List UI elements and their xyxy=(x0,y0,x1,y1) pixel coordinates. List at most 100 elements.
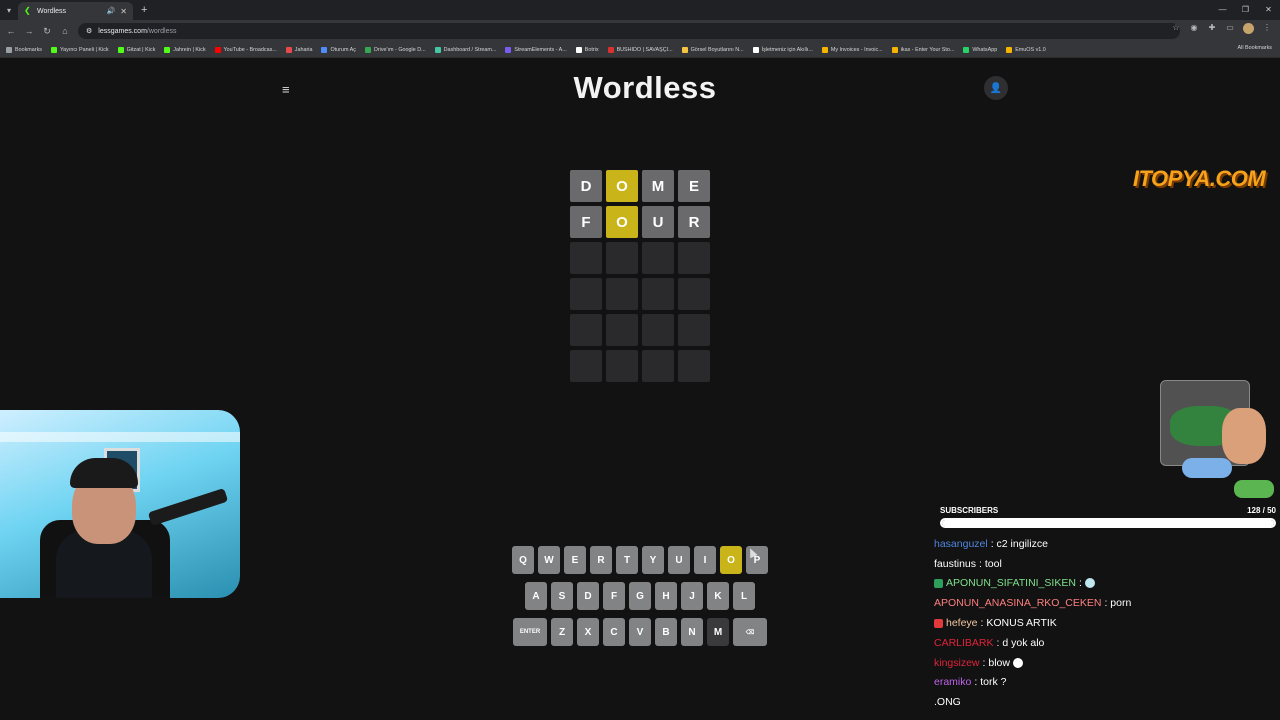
keyboard-row: QWERTYUIOP xyxy=(510,546,770,574)
site-info-icon[interactable]: ⚙ xyxy=(86,27,92,35)
bookmark-label: Jahrein | Kick xyxy=(173,46,206,53)
board-tile: D xyxy=(570,170,602,202)
subs-progress-fill xyxy=(942,520,1274,526)
bookmark-favicon-icon xyxy=(891,46,898,53)
key-n[interactable]: N xyxy=(681,618,703,646)
profile-avatar[interactable] xyxy=(1243,23,1254,34)
extension-icon[interactable]: ◉ xyxy=(1189,23,1199,34)
bookmark-favicon-icon xyxy=(575,46,582,53)
key-q[interactable]: Q xyxy=(512,546,534,574)
bookmark-favicon-icon xyxy=(1006,46,1013,53)
extensions-puzzle-icon[interactable]: ✚ xyxy=(1207,23,1217,34)
reload-icon[interactable]: ↻ xyxy=(42,26,52,37)
keyboard-row: ENTER Z X C V B N M ⌫ xyxy=(510,618,770,646)
chat-message: hasanguzel: c2 ingilizce xyxy=(930,534,1275,554)
bookmark-item[interactable]: Jaharia xyxy=(285,46,313,53)
window-close-icon[interactable]: ✕ xyxy=(1257,0,1280,20)
home-icon[interactable]: ⌂ xyxy=(60,26,70,36)
key-x[interactable]: X xyxy=(577,618,599,646)
kick-favicon-icon: ❮ xyxy=(24,6,31,15)
key-l[interactable]: L xyxy=(733,582,755,610)
enter-key[interactable]: ENTER xyxy=(513,618,547,646)
bookmark-item[interactable]: My Invoices - Invoic... xyxy=(821,46,883,53)
tab-title: Wordless xyxy=(37,7,67,15)
bookmark-item[interactable]: Oturum Aç xyxy=(321,46,356,53)
speaker-icon[interactable]: 🔊 xyxy=(107,7,116,15)
key-u[interactable]: U xyxy=(668,546,690,574)
bookmark-favicon-icon xyxy=(821,46,828,53)
backspace-key-icon[interactable]: ⌫ xyxy=(733,618,767,646)
bookmark-item[interactable]: Botrix xyxy=(575,46,599,53)
board-tile xyxy=(678,242,710,274)
chat-username: CARLIBARK xyxy=(934,636,994,649)
board-tile: E xyxy=(678,170,710,202)
bookmark-item[interactable]: İşletmeniz için Akıllı... xyxy=(752,46,813,53)
key-f[interactable]: F xyxy=(603,582,625,610)
url-path: /wordless xyxy=(146,27,177,35)
key-w[interactable]: W xyxy=(538,546,560,574)
all-bookmarks-link[interactable]: All Bookmarks xyxy=(1238,45,1272,51)
url-field[interactable]: ⚙ lessgames.com/wordless xyxy=(78,23,1180,39)
key-a[interactable]: A xyxy=(525,582,547,610)
browser-tab-bar: ▾ ❮ Wordless 🔊 ✕ + — ❐ ✕ xyxy=(0,0,1280,20)
key-v[interactable]: V xyxy=(629,618,651,646)
streamer-webcam xyxy=(0,410,240,598)
chat-message: APONUN_SIFATINI_SIKEN : xyxy=(930,574,1275,594)
key-m[interactable]: M xyxy=(707,618,729,646)
key-e[interactable]: E xyxy=(564,546,586,574)
bookmark-item[interactable]: Dashboard / Stream... xyxy=(434,46,496,53)
key-j[interactable]: J xyxy=(681,582,703,610)
minimize-icon[interactable]: — xyxy=(1211,0,1234,20)
browser-menu-icon[interactable]: ⋮ xyxy=(1262,23,1272,34)
bookmark-item[interactable]: Yayıncı Paneli | Kick xyxy=(50,46,109,53)
key-b[interactable]: B xyxy=(655,618,677,646)
tab-close-icon[interactable]: ✕ xyxy=(120,7,127,16)
bookmark-label: Jaharia xyxy=(294,46,313,53)
bookmark-item[interactable]: BUSHIDO | SAVAŞÇI... xyxy=(607,46,673,53)
board-tile xyxy=(678,350,710,382)
restore-icon[interactable]: ❐ xyxy=(1234,0,1257,20)
bookmark-item[interactable]: Bookmarks xyxy=(6,46,42,53)
bookmark-item[interactable]: WhatsApp xyxy=(963,46,997,53)
chat-text: : xyxy=(1078,577,1082,590)
bookmark-item[interactable]: Görsel Boyutlarını N... xyxy=(681,46,744,53)
bookmark-item[interactable]: YouTube - Broadcas... xyxy=(214,46,277,53)
key-y[interactable]: Y xyxy=(642,546,664,574)
key-d[interactable]: D xyxy=(577,582,599,610)
hamburger-menu-icon[interactable]: ≡ xyxy=(282,82,290,97)
key-z[interactable]: Z xyxy=(551,618,573,646)
key-i[interactable]: I xyxy=(694,546,716,574)
bookmark-item[interactable]: Gitzat | Kick xyxy=(117,46,155,53)
bookmark-item[interactable]: Drive'ım - Google D... xyxy=(364,46,426,53)
bookmark-item[interactable]: Jahrein | Kick xyxy=(164,46,206,53)
keyboard-row: ASDFGHJKL xyxy=(510,582,770,610)
board-tile xyxy=(642,314,674,346)
key-o[interactable]: O xyxy=(720,546,742,574)
game-logo: Wordless xyxy=(573,70,717,105)
bookmark-item[interactable]: ikas - Enter Your Sto... xyxy=(891,46,954,53)
tab-search-icon[interactable]: ▾ xyxy=(0,0,18,20)
forward-icon[interactable]: → xyxy=(24,26,34,36)
key-t[interactable]: T xyxy=(616,546,638,574)
key-k[interactable]: K xyxy=(707,582,729,610)
chat-message: APONUN_ANASINA_RKO_CEKEN: porn xyxy=(930,593,1275,613)
key-c[interactable]: C xyxy=(603,618,625,646)
back-icon[interactable]: ← xyxy=(6,26,16,36)
user-account-icon[interactable]: 👤 xyxy=(984,76,1008,100)
bookmark-item[interactable]: EmuOS v1.0 xyxy=(1006,46,1046,53)
key-g[interactable]: G xyxy=(629,582,651,610)
bookmark-favicon-icon xyxy=(285,46,292,53)
new-tab-icon[interactable]: + xyxy=(141,4,147,16)
bookmark-star-icon[interactable]: ☆ xyxy=(1171,23,1181,34)
key-h[interactable]: H xyxy=(655,582,677,610)
key-s[interactable]: S xyxy=(551,582,573,610)
browser-tab[interactable]: ❮ Wordless 🔊 ✕ xyxy=(18,2,133,20)
bookmark-item[interactable]: StreamElements - A... xyxy=(505,46,567,53)
bookmark-favicon-icon xyxy=(321,46,328,53)
key-r[interactable]: R xyxy=(590,546,612,574)
chat-message: hefeye: KONUS ARTIK xyxy=(930,613,1275,633)
bookmark-favicon-icon xyxy=(963,46,970,53)
bookmark-favicon-icon xyxy=(6,46,12,53)
sidebar-icon[interactable]: ▭ xyxy=(1225,23,1235,34)
bookmarks-bar: Bookmarks Yayıncı Paneli | Kick Gitzat | K… xyxy=(0,42,1280,58)
